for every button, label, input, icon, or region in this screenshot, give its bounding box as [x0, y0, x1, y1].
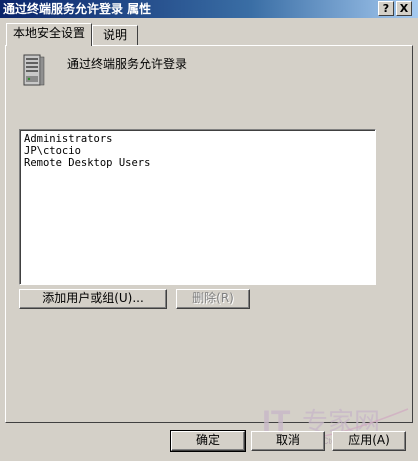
remove-button[interactable]: 删除(R)	[176, 289, 250, 309]
cancel-button[interactable]: 取消	[251, 431, 325, 451]
close-button[interactable]: X	[396, 1, 412, 16]
help-button[interactable]: ?	[378, 1, 394, 16]
ok-button[interactable]: 确定	[170, 430, 246, 452]
apply-button[interactable]: 应用(A)	[332, 431, 406, 451]
list-item[interactable]: Administrators	[24, 133, 371, 145]
list-item[interactable]: JP\ctocio	[24, 145, 371, 157]
server-icon	[23, 54, 45, 86]
policy-title: 通过终端服务允许登录	[67, 57, 188, 71]
members-listbox[interactable]: Administrators JP\ctocio Remote Desktop …	[19, 129, 376, 285]
tab-label: 本地安全设置	[12, 26, 85, 40]
tab-label: 说明	[102, 28, 127, 42]
list-item[interactable]: Remote Desktop Users	[24, 157, 371, 169]
tab-explain[interactable]: 说明	[92, 25, 138, 45]
window-title: 通过终端服务允许登录 属性	[3, 2, 152, 16]
title-bar: 通过终端服务允许登录 属性	[0, 0, 418, 18]
add-user-or-group-button[interactable]: 添加用户或组(U)...	[19, 289, 167, 309]
tab-local-security-setting[interactable]: 本地安全设置	[6, 23, 92, 46]
